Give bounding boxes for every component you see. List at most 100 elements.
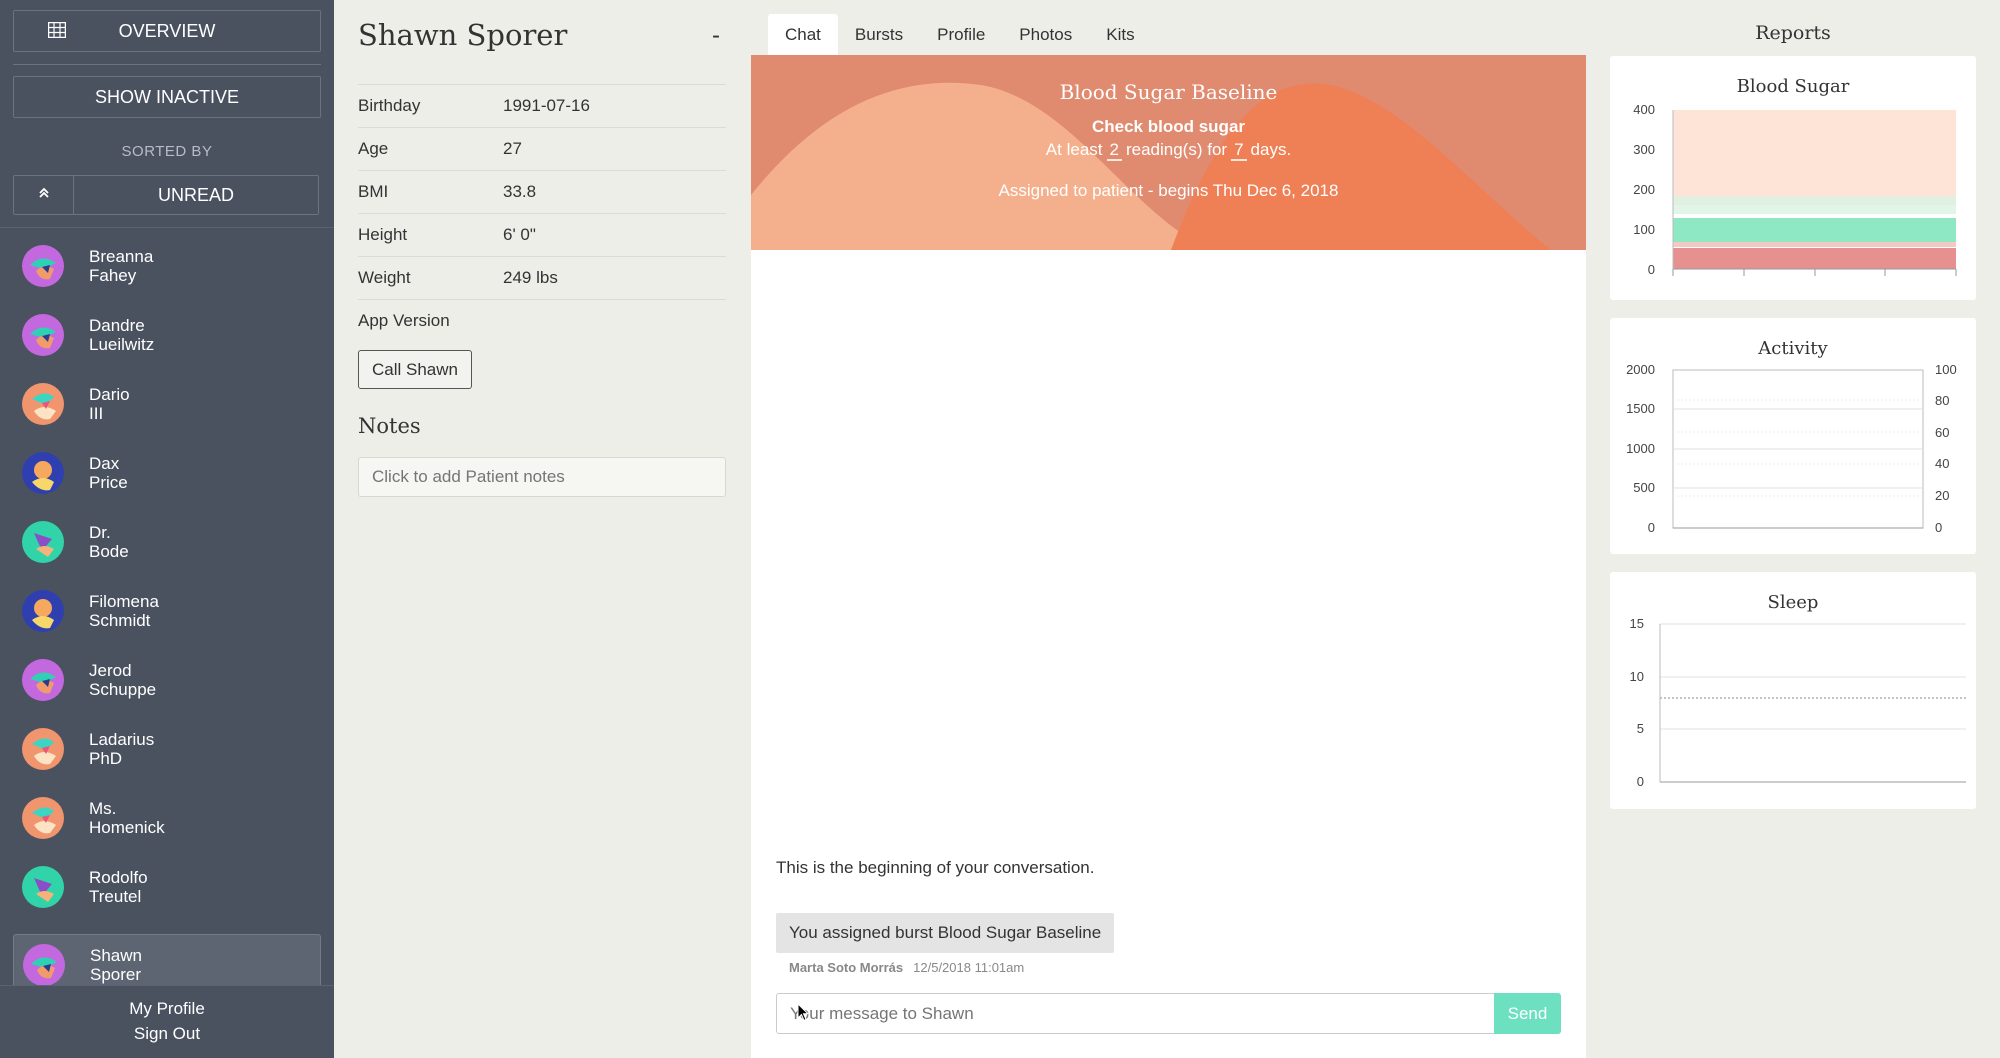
patient-item[interactable]: Dario III xyxy=(13,373,321,435)
avatar xyxy=(22,521,64,563)
burst-banner[interactable]: Blood Sugar Baseline Check blood sugar A… xyxy=(751,55,1586,250)
low-range-band xyxy=(1673,248,1956,269)
avatar xyxy=(22,797,64,839)
right-y-tick-label: 100 xyxy=(1935,362,1957,377)
reports-heading: Reports xyxy=(1755,22,1831,44)
patient-item[interactable]: Rodolfo Treutel xyxy=(13,856,321,918)
collapse-button[interactable]: - xyxy=(712,22,720,50)
my-profile-link[interactable]: My Profile xyxy=(0,999,334,1019)
detail-row: Age 27 xyxy=(358,127,726,170)
avatar xyxy=(22,314,64,356)
tab-chat[interactable]: Chat xyxy=(768,14,838,55)
patient-item[interactable]: Filomena Schmidt xyxy=(13,580,321,642)
avatar xyxy=(22,383,64,425)
burst-line-suffix: days. xyxy=(1250,140,1292,159)
y-tick-label: 400 xyxy=(1633,102,1655,117)
sleep-card[interactable]: Sleep 15 10 5 0 xyxy=(1610,572,1976,809)
avatar xyxy=(22,590,64,632)
patient-last-name: Bode xyxy=(89,542,129,561)
detail-value: 27 xyxy=(503,139,522,158)
avatar xyxy=(22,866,64,908)
sort-field-button[interactable]: UNREAD xyxy=(74,176,318,214)
double-chevron-up-icon xyxy=(38,186,50,204)
burst-subtitle: Check blood sugar xyxy=(1091,117,1246,136)
detail-value: 1991-07-16 xyxy=(503,96,590,115)
patient-last-name: PhD xyxy=(89,749,123,768)
detail-row: BMI 33.8 xyxy=(358,170,726,213)
divider xyxy=(0,227,334,228)
left-y-tick-label: 0 xyxy=(1648,520,1655,535)
burst-title: Blood Sugar Baseline xyxy=(1059,80,1278,104)
patient-item[interactable]: Dandre Lueilwitz xyxy=(13,304,321,366)
detail-row: App Version xyxy=(358,299,726,342)
patient-last-name: Treutel xyxy=(89,887,142,906)
patient-last-name: Fahey xyxy=(89,266,137,285)
left-y-tick-label: 2000 xyxy=(1626,362,1655,377)
call-patient-button[interactable]: Call Shawn xyxy=(358,350,472,389)
patient-first-name: Jerod xyxy=(89,661,132,680)
tab-kits[interactable]: Kits xyxy=(1089,14,1151,55)
patient-last-name: Sporer xyxy=(90,965,142,984)
y-tick-label: 15 xyxy=(1630,616,1644,631)
show-inactive-button[interactable]: SHOW INACTIVE xyxy=(13,76,321,118)
burst-line-mid: reading(s) for xyxy=(1125,140,1228,159)
patient-list: Breanna Fahey Dandre Lueilwitz Dario III Da… xyxy=(0,235,334,985)
left-y-tick-label: 1500 xyxy=(1626,401,1655,416)
patient-first-name: Rodolfo xyxy=(89,868,148,887)
sign-out-link[interactable]: Sign Out xyxy=(0,1024,334,1044)
upper-normal-band xyxy=(1673,196,1956,214)
patient-first-name: Filomena xyxy=(89,592,159,611)
patient-last-name: Price xyxy=(89,473,128,492)
detail-row: Weight 249 lbs xyxy=(358,256,726,299)
detail-row: Birthday 1991-07-16 xyxy=(358,84,726,127)
left-y-tick-label: 500 xyxy=(1633,480,1655,495)
y-tick-label: 5 xyxy=(1637,721,1644,736)
overview-label: OVERVIEW xyxy=(118,20,216,41)
message-time: 12/5/2018 11:01am xyxy=(913,960,1025,975)
normal-range-band xyxy=(1673,218,1956,242)
patient-first-name: Dr. xyxy=(89,523,111,542)
patient-last-name: Lueilwitz xyxy=(89,335,155,354)
patient-first-name: Dandre xyxy=(89,316,145,335)
activity-card[interactable]: Activity 2000 1500 1000 500 0 100 80 60 … xyxy=(1610,318,1976,554)
notes-field[interactable] xyxy=(358,457,726,497)
detail-label: App Version xyxy=(358,311,450,330)
tab-bar: Chat Bursts Profile Photos Kits xyxy=(768,14,1152,55)
blood-sugar-chart: 400 300 200 100 0 xyxy=(1633,102,1957,277)
left-y-tick-label: 1000 xyxy=(1626,441,1655,456)
patient-item[interactable]: Ms. Homenick xyxy=(13,787,321,849)
patient-item[interactable]: Dr. Bode xyxy=(13,511,321,573)
sort-direction-button[interactable] xyxy=(14,176,74,214)
blood-sugar-card[interactable]: Blood Sugar 400 300 200 100 0 xyxy=(1610,56,1976,300)
patient-item[interactable]: Ladarius PhD xyxy=(13,718,321,780)
patient-item[interactable]: Jerod Schuppe xyxy=(13,649,321,711)
right-y-tick-label: 80 xyxy=(1935,393,1949,408)
avatar xyxy=(22,452,64,494)
message-input[interactable] xyxy=(776,993,1495,1034)
grid-icon xyxy=(47,21,67,43)
tab-profile[interactable]: Profile xyxy=(920,14,1002,55)
burst-days: 7 xyxy=(1231,141,1247,161)
patient-last-name: III xyxy=(89,404,104,423)
detail-label: Weight xyxy=(358,268,411,287)
patient-name: Shawn Sporer xyxy=(358,18,568,52)
overview-button[interactable]: OVERVIEW xyxy=(13,10,321,52)
patient-details: Birthday 1991-07-16 Age 27 BMI 33.8 Height 6… xyxy=(358,84,726,342)
patient-item[interactable]: Dax Price xyxy=(13,442,321,504)
patient-first-name: Dax xyxy=(89,454,120,473)
detail-row: Height 6' 0" xyxy=(358,213,726,256)
sidebar: OVERVIEW SHOW INACTIVE SORTED BY UNREAD … xyxy=(0,0,334,1058)
patient-first-name: Ms. xyxy=(89,799,117,818)
y-tick-label: 0 xyxy=(1637,774,1644,789)
mouse-cursor-icon xyxy=(797,1002,810,1027)
sleep-chart: 15 10 5 0 xyxy=(1630,616,1966,789)
y-tick-label: 200 xyxy=(1633,182,1655,197)
message-author: Marta Soto Morrás xyxy=(789,960,904,975)
patient-item[interactable]: Breanna Fahey xyxy=(13,235,321,297)
tab-bursts[interactable]: Bursts xyxy=(838,14,920,55)
tab-photos[interactable]: Photos xyxy=(1002,14,1089,55)
avatar xyxy=(22,245,64,287)
patient-item-selected[interactable]: Shawn Sporer xyxy=(13,934,321,985)
send-button[interactable]: Send xyxy=(1494,993,1561,1034)
patient-first-name: Dario xyxy=(89,385,130,404)
